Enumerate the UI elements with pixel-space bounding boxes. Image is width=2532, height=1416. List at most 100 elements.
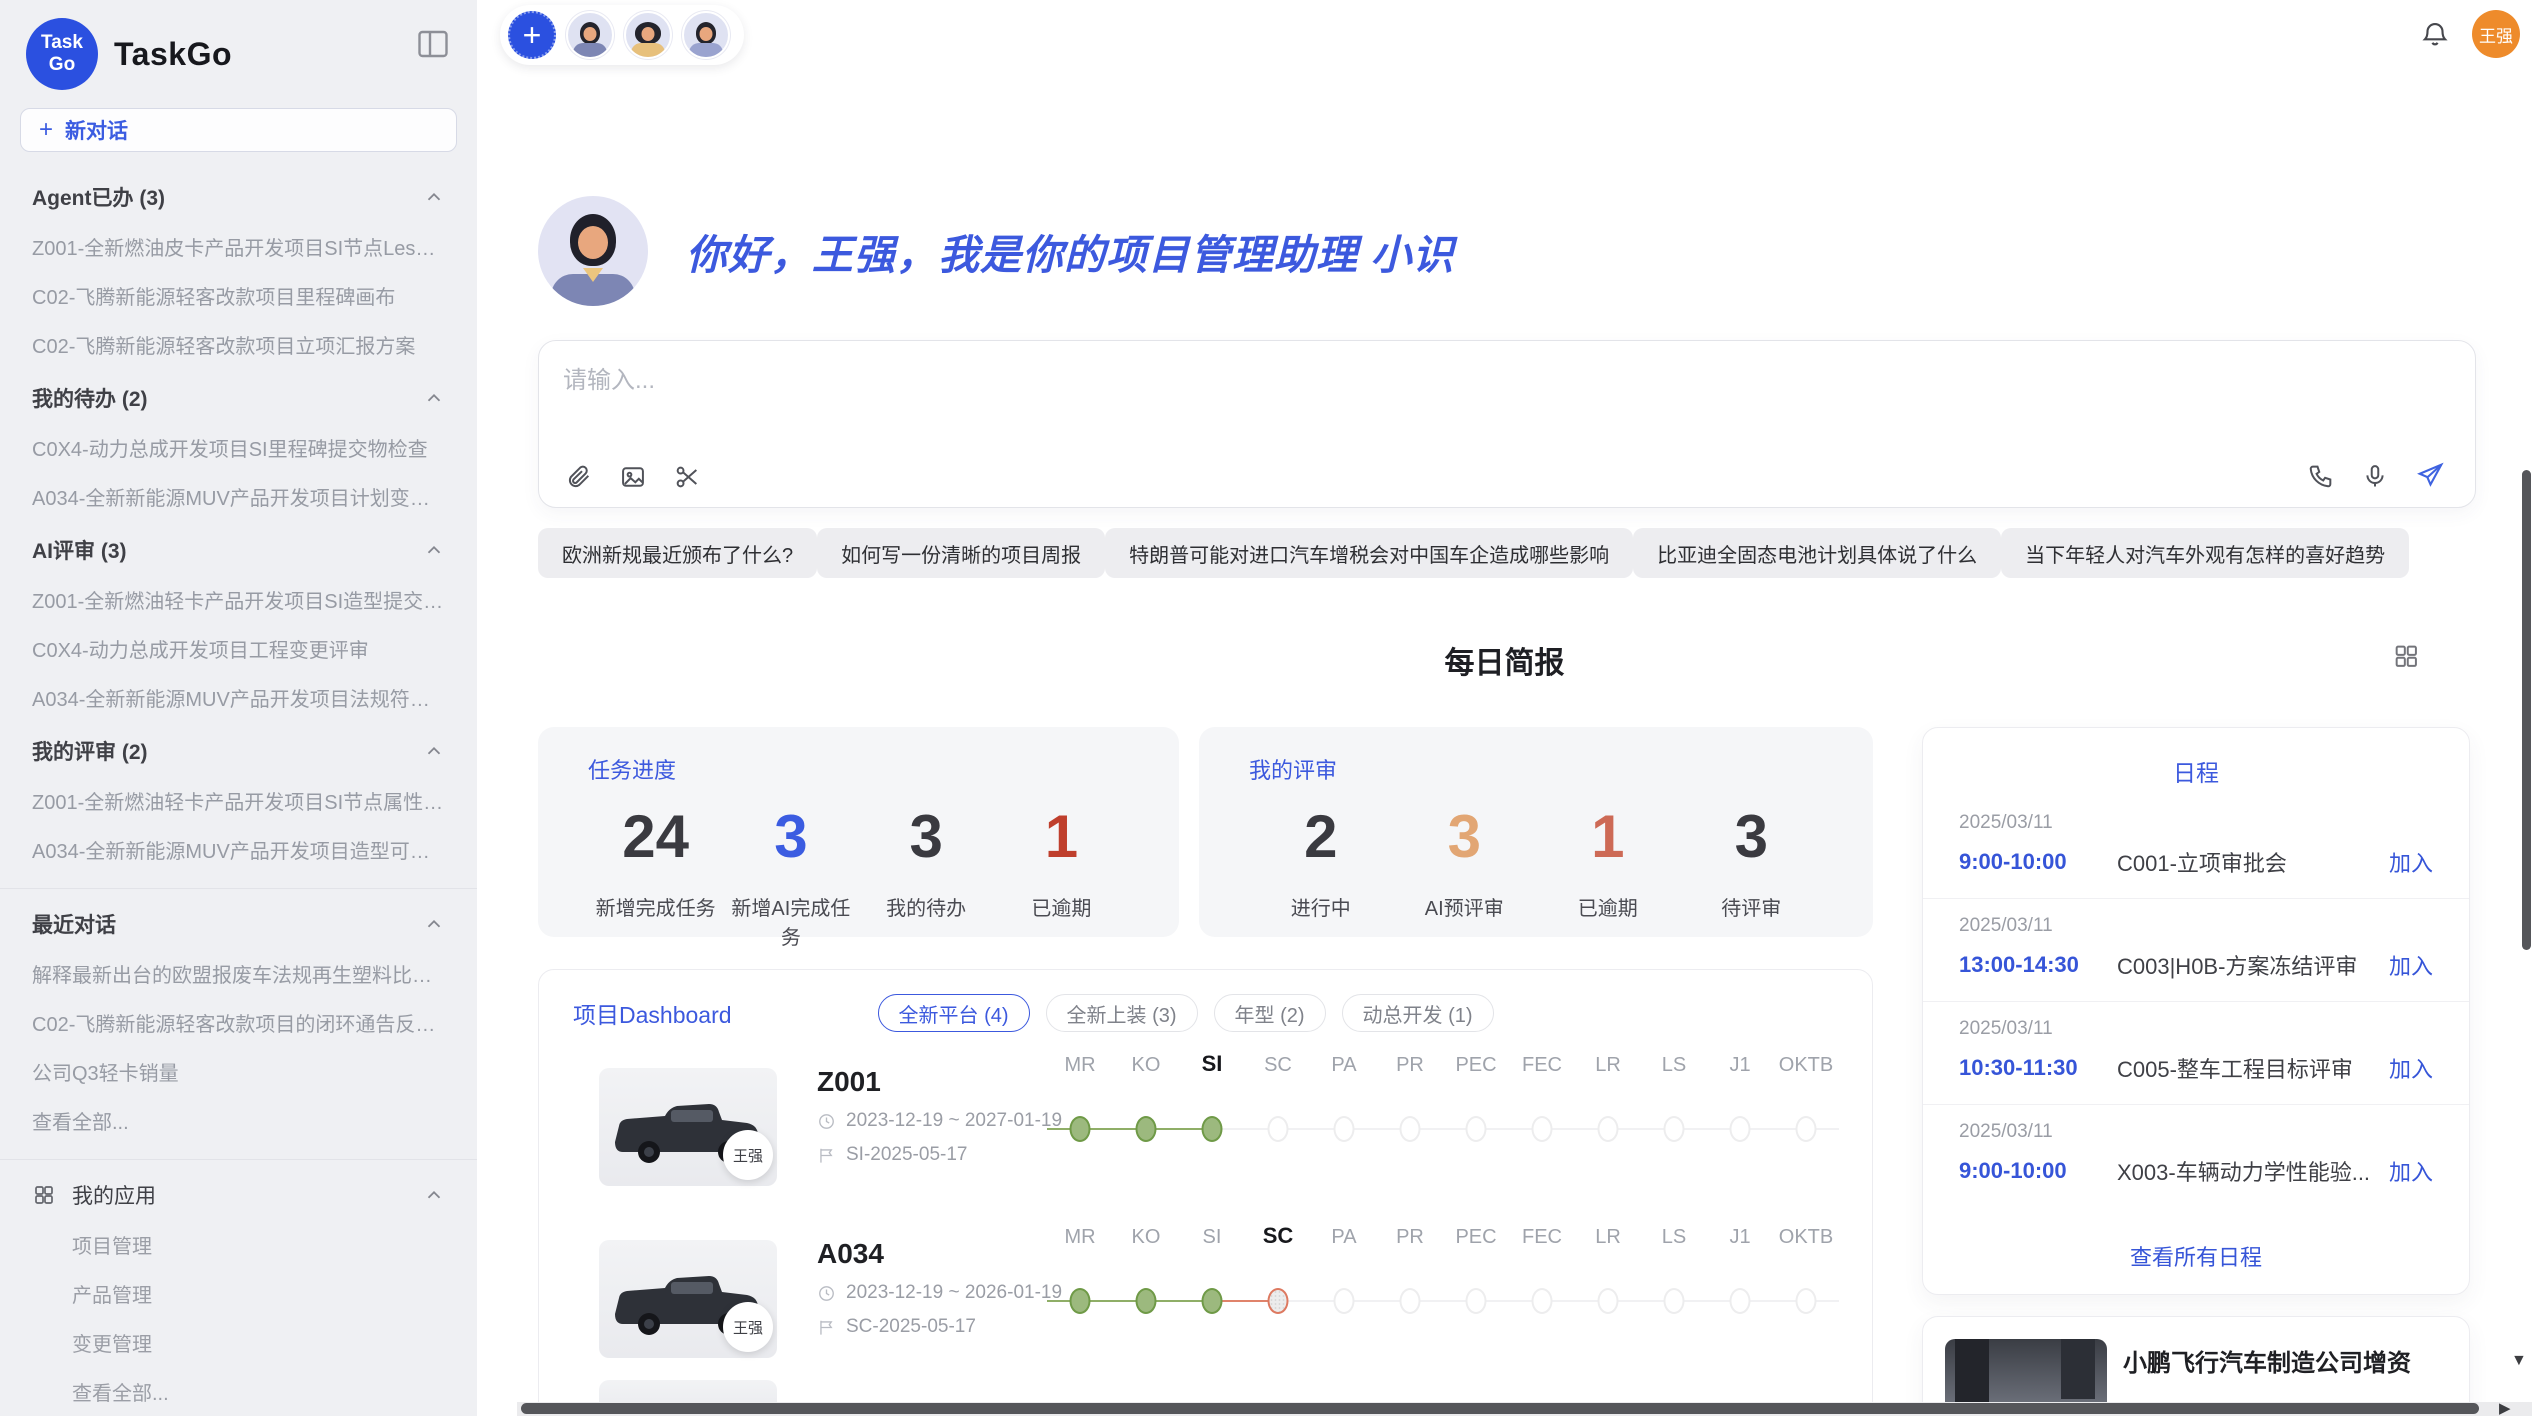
sidebar-app-subitem[interactable]: 项目管理 — [0, 1220, 477, 1269]
sidebar-task-item[interactable]: 解释最新出台的欧盟报废车法规再生塑料比例被调至15%... — [0, 949, 477, 998]
section-header[interactable]: Agent已办 (3) — [0, 172, 477, 222]
sidebar-task-item[interactable]: C02-飞腾新能源轻客改款项目的闭环通告反馈情况 — [0, 998, 477, 1047]
sidebar-task-item[interactable]: C0X4-动力总成开发项目SI里程碑提交物检查 — [0, 423, 477, 472]
chevron-up-icon[interactable] — [423, 186, 445, 208]
page-root: Task Go TaskGo + 新对话 Agent已办 (3)Z001-全新燃… — [0, 0, 2532, 1416]
sidebar-task-item[interactable]: C02-飞腾新能源轻客改款项目立项汇报方案 — [0, 320, 477, 369]
milestone-label: MR — [1047, 1226, 1113, 1249]
chat-input-card — [538, 340, 2476, 508]
milestone: FEC — [1509, 1226, 1575, 1336]
sidebar-app-subitem[interactable]: 产品管理 — [0, 1269, 477, 1318]
project-flag-text: SI-2025-05-17 — [846, 1144, 967, 1166]
milestone-label: SI — [1179, 1051, 1245, 1077]
view-all-schedule-link[interactable]: 查看所有日程 — [1923, 1240, 2469, 1272]
milestone-dot — [1730, 1288, 1751, 1314]
stat-value: 3 — [1680, 799, 1824, 874]
dashboard-tab[interactable]: 全新上装 (3) — [1046, 994, 1198, 1032]
section-header[interactable]: 我的待办 (2) — [0, 373, 477, 423]
sidebar-task-item[interactable]: Z001-全新燃油皮卡产品开发项目SI节点Lesson Learn报告 — [0, 222, 477, 271]
notification-bell-icon[interactable] — [2420, 19, 2450, 49]
milestone: LS — [1641, 1054, 1707, 1164]
add-session-button[interactable]: + — [508, 11, 556, 59]
agent-avatar-3[interactable] — [682, 11, 730, 59]
project-dates: 2023-12-19 ~ 2027-01-19 — [817, 1110, 1062, 1132]
join-link[interactable]: 加入 — [2389, 1052, 2433, 1084]
sidebar-task-item[interactable]: C0X4-动力总成开发项目工程变更评审 — [0, 624, 477, 673]
dashboard-tab[interactable]: 年型 (2) — [1214, 994, 1326, 1032]
new-chat-button[interactable]: + 新对话 — [20, 108, 457, 152]
dashboard-tab[interactable]: 动总开发 (1) — [1342, 994, 1494, 1032]
sidebar-app-subitem[interactable]: 变更管理 — [0, 1318, 477, 1367]
sidebar-task-item[interactable]: A034-全新新能源MUV产品开发项目计划变更表编写 — [0, 472, 477, 521]
project-row[interactable]: 王强Z0012023-12-19 ~ 2027-01-19SI-2025-05-… — [539, 1044, 1872, 1204]
layout-grid-icon[interactable] — [2392, 642, 2420, 670]
suggestion-chip[interactable]: 如何写一份清晰的项目周报 — [817, 528, 1105, 578]
section-header[interactable]: 最近对话 — [0, 899, 477, 949]
project-row[interactable]: 王强A0342023-12-19 ~ 2026-01-19SC-2025-05-… — [539, 1216, 1872, 1376]
project-name: Z001 — [817, 1066, 881, 1098]
agent-avatar-1[interactable] — [566, 11, 614, 59]
owner-badge: 王强 — [723, 1302, 773, 1352]
chevron-up-icon[interactable] — [423, 387, 445, 409]
schedule-time: 9:00-10:00 — [1959, 849, 2117, 875]
join-link[interactable]: 加入 — [2389, 846, 2433, 878]
sidebar-item-my-apps[interactable]: 我的应用 — [0, 1170, 477, 1220]
image-icon[interactable] — [619, 463, 647, 491]
scroll-right-arrow-icon[interactable]: ▶ — [2499, 1399, 2511, 1416]
sidebar-task-item[interactable]: A034-全新新能源MUV产品开发项目造型可行性评审 — [0, 825, 477, 874]
scroll-down-arrow-icon[interactable]: ▼ — [2511, 1352, 2527, 1370]
chevron-up-icon[interactable] — [423, 539, 445, 561]
new-chat-label: 新对话 — [65, 115, 128, 145]
scissors-icon[interactable] — [673, 463, 701, 491]
sidebar-task-item[interactable]: 公司Q3轻卡销量 — [0, 1047, 477, 1096]
suggestion-chip[interactable]: 特朗普可能对进口汽车增税会对中国车企造成哪些影响 — [1105, 528, 1633, 578]
vertical-scrollbar-thumb[interactable] — [2522, 470, 2531, 950]
user-avatar[interactable]: 王强 — [2472, 10, 2520, 58]
join-link[interactable]: 加入 — [2389, 949, 2433, 981]
milestone-label: MR — [1047, 1054, 1113, 1077]
section-header[interactable]: AI评审 (3) — [0, 525, 477, 575]
milestone-dot — [1664, 1116, 1685, 1142]
milestone: OKTB — [1773, 1054, 1839, 1164]
chevron-up-icon[interactable] — [423, 913, 445, 935]
horizontal-scrollbar-thumb[interactable] — [521, 1403, 2479, 1414]
sidebar-task-item[interactable]: Z001-全新燃油轻卡产品开发项目SI节点属性5D文件评审 — [0, 776, 477, 825]
greeting-text: 你好，王强，我是你的项目管理助理 小识 — [686, 221, 1454, 281]
sidebar-task-item[interactable]: C02-飞腾新能源轻客改款项目里程碑画布 — [0, 271, 477, 320]
join-link[interactable]: 加入 — [2389, 1155, 2433, 1187]
sidebar-section: AI评审 (3)Z001-全新燃油轻卡产品开发项目SI造型提交物评审C0X4-动… — [0, 525, 477, 726]
stat-value: 3 — [859, 799, 994, 874]
sidebar-task-item[interactable]: A034-全新新能源MUV产品开发项目法规符合性评审 — [0, 673, 477, 722]
suggestion-chips: 欧洲新规最近颁布了什么?如何写一份清晰的项目周报特朗普可能对进口汽车增税会对中国… — [538, 528, 2404, 578]
attachment-icon[interactable] — [565, 463, 593, 491]
milestone-dot — [1136, 1288, 1157, 1314]
milestone-dot-track — [1377, 1116, 1443, 1142]
schedule-name: C003|H0B-方案冻结评审 — [2117, 949, 2375, 981]
sidebar-task-item[interactable]: Z001-全新燃油轻卡产品开发项目SI造型提交物评审 — [0, 575, 477, 624]
news-card[interactable]: 小鹏飞行汽车制造公司增资 天眼查 App 显示，近日广州汇天飞行汽... — [1922, 1316, 2470, 1416]
chat-input[interactable] — [563, 357, 2163, 405]
sidebar-collapse-icon[interactable] — [415, 26, 451, 62]
briefing-header: 每日简报 — [477, 638, 2532, 678]
agent-avatar-2[interactable] — [624, 11, 672, 59]
sidebar-scroll: Agent已办 (3)Z001-全新燃油皮卡产品开发项目SI节点Lesson L… — [0, 166, 477, 1416]
divider — [0, 888, 477, 889]
schedule-date: 2025/03/11 — [1959, 1018, 2433, 1040]
stat-columns: 24新增完成任务3新增AI完成任务3我的待办1已逾期 — [588, 799, 1129, 950]
suggestion-chip[interactable]: 比亚迪全固态电池计划具体说了什么 — [1633, 528, 2001, 578]
section-header[interactable]: 我的评审 (2) — [0, 726, 477, 776]
suggestion-chip[interactable]: 当下年轻人对汽车外观有怎样的喜好趋势 — [2001, 528, 2409, 578]
milestone-dot — [1664, 1288, 1685, 1314]
chevron-up-icon[interactable] — [423, 740, 445, 762]
sidebar-app-subitem[interactable]: 查看全部... — [0, 1367, 477, 1416]
input-tools-left — [565, 463, 701, 491]
microphone-icon[interactable] — [2361, 462, 2389, 490]
sidebar-task-item[interactable]: 查看全部... — [0, 1096, 477, 1145]
dashboard-tab[interactable]: 全新平台 (4) — [878, 994, 1030, 1032]
briefing-title: 每日简报 — [477, 638, 2532, 682]
suggestion-chip[interactable]: 欧洲新规最近颁布了什么? — [538, 528, 817, 578]
milestone-dot — [1136, 1116, 1157, 1142]
send-icon[interactable] — [2415, 461, 2445, 491]
phone-icon[interactable] — [2307, 462, 2335, 490]
milestone: SC — [1245, 1226, 1311, 1336]
